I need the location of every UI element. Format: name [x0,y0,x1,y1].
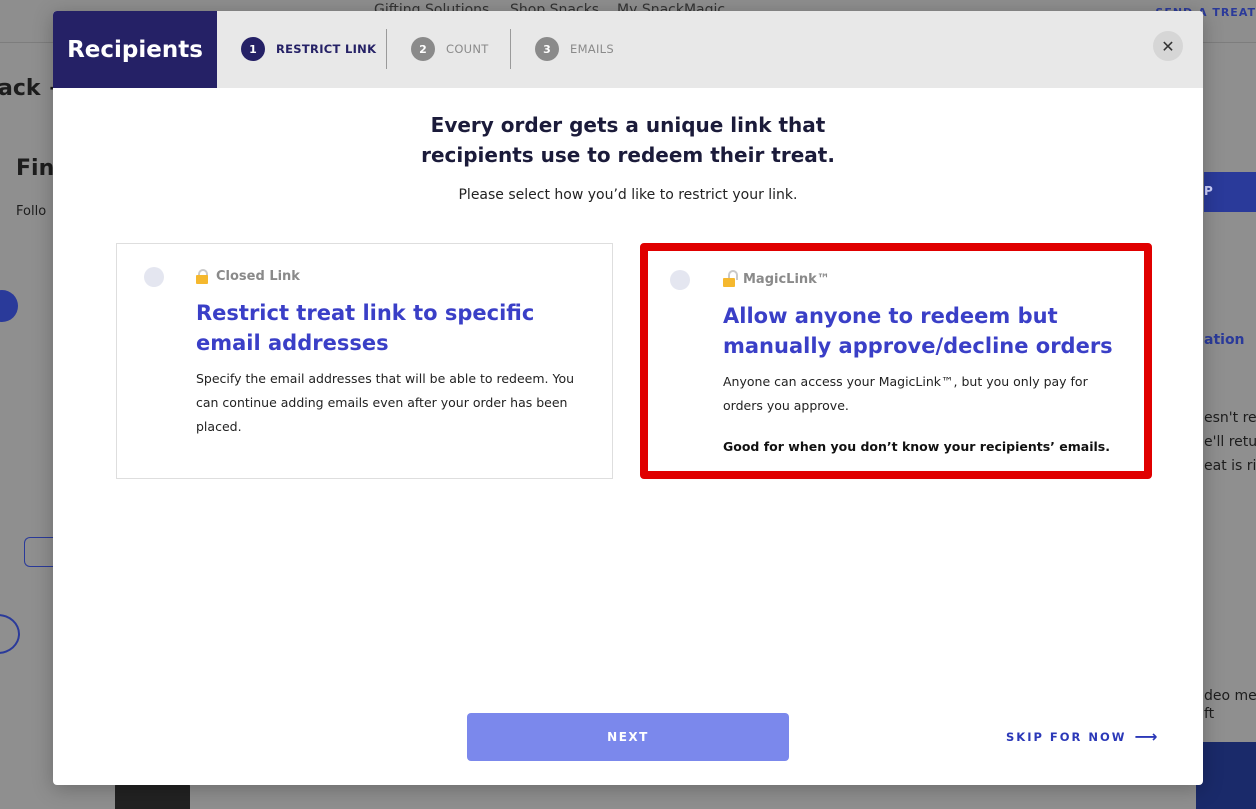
modal-subline: Please select how you’d like to restrict… [458,187,798,203]
skip-label: SKIP FOR NOW [1006,729,1127,744]
step-label: RESTRICT LINK [276,42,377,56]
next-button[interactable]: NEXT [467,713,789,761]
close-icon: ✕ [1161,36,1175,56]
closed-link-radio[interactable] [144,267,164,287]
step-label: COUNT [446,42,489,56]
background-right-text-5: ft [1204,706,1215,722]
truck-icon [115,782,190,809]
step-restrict-link[interactable]: 1 RESTRICT LINK [241,37,376,61]
arrow-right-icon: ⟶ [1134,727,1158,746]
magiclink-note: Good for when you don’t know your recipi… [723,439,1110,454]
step-divider [386,29,387,69]
modal-title: Recipients [53,11,217,88]
closed-link-tag-label: Closed Link [216,269,300,284]
headline-line-2: recipients use to redeem their treat. [421,143,835,167]
open-lock-icon [723,270,738,287]
step-number: 1 [241,37,265,61]
step-label: EMAILS [570,42,614,56]
closed-link-title: Restrict treat link to specific email ad… [196,301,535,355]
magiclink-tag: MagicLink™ [723,270,830,287]
step-number: 3 [535,37,559,61]
background-right-text-4: deo mes [1204,688,1256,704]
option-card-closed-link[interactable]: Closed Link Restrict treat link to speci… [116,243,613,479]
background-section-title: Fin [16,156,55,181]
skip-for-now-link[interactable]: SKIP FOR NOW ⟶ [1006,727,1157,746]
background-right-text-1: esn't rec [1204,410,1256,426]
closed-lock-icon [196,269,208,284]
modal-header: Recipients 1 RESTRICT LINK 2 COUNT 3 EMA… [53,11,1203,88]
step-number: 2 [411,37,435,61]
background-section-text: Follo [16,204,47,219]
step-divider [510,29,511,69]
magiclink-description: Anyone can access your MagicLink™, but y… [723,374,1088,413]
closed-link-description: Specify the email addresses that will be… [196,371,575,434]
step-count[interactable]: 2 COUNT [411,37,489,61]
magiclink-radio[interactable] [670,270,690,290]
magiclink-title: Allow anyone to redeem but manually appr… [723,304,1113,358]
background-circle [0,614,20,654]
close-button[interactable]: ✕ [1153,31,1183,61]
background-right-text-2: e'll retu [1204,434,1256,450]
magiclink-tag-label: MagicLink™ [743,272,830,287]
background-thumbnail [1196,742,1256,809]
modal-headline: Every order gets a unique link that reci… [53,110,1203,170]
background-right-text-3: eat is ris [1204,458,1256,474]
background-right-button[interactable]: P [1204,172,1256,212]
background-right-link: ation [1204,332,1245,348]
background-check-icon [0,290,18,322]
step-emails[interactable]: 3 EMAILS [535,37,614,61]
closed-link-tag: Closed Link [196,269,300,284]
recipients-modal: Recipients 1 RESTRICT LINK 2 COUNT 3 EMA… [53,11,1203,785]
option-card-magiclink[interactable]: MagicLink™ Allow anyone to redeem but ma… [640,243,1152,479]
headline-line-1: Every order gets a unique link that [430,113,826,137]
